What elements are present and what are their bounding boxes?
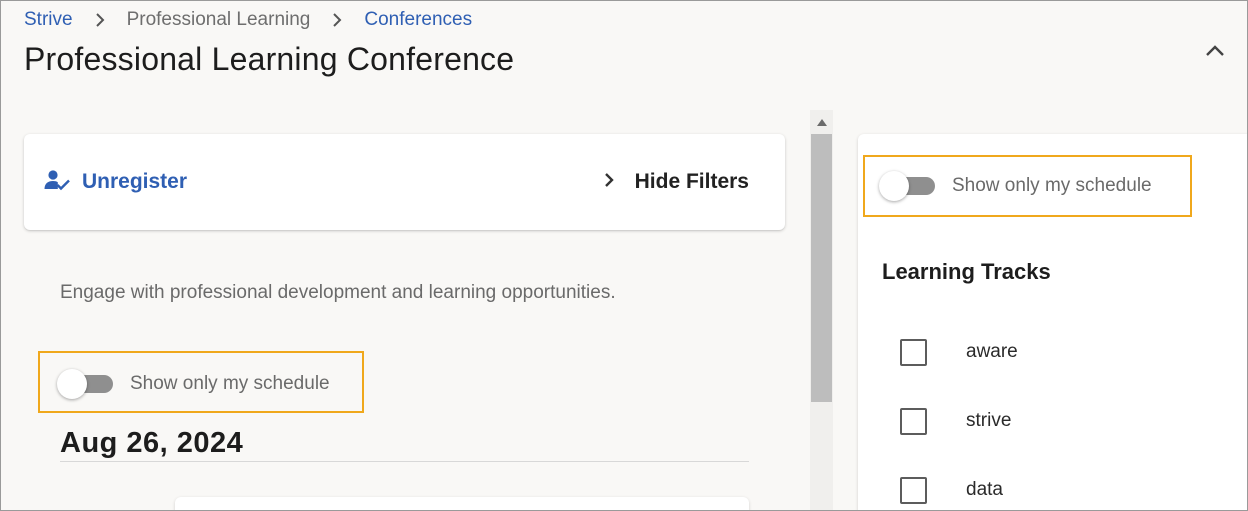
app-frame: Strive Professional Learning Conferences…	[0, 0, 1248, 511]
track-label: data	[966, 479, 1003, 500]
track-label: aware	[966, 341, 1018, 362]
breadcrumb-professional-learning: Professional Learning	[126, 9, 311, 30]
breadcrumb-conferences[interactable]: Conferences	[364, 9, 472, 31]
scrollbar[interactable]	[810, 110, 833, 510]
toggle-switch[interactable]	[57, 369, 113, 399]
event-card[interactable]	[175, 497, 749, 510]
track-item-data[interactable]: data	[900, 476, 1003, 504]
date-heading: Aug 26, 2024	[60, 427, 244, 459]
scrollbar-thumb[interactable]	[811, 134, 832, 402]
track-item-strive[interactable]: strive	[900, 407, 1011, 435]
chevron-right-icon	[603, 172, 615, 193]
track-item-aware[interactable]: aware	[900, 338, 1018, 366]
scroll-up-button[interactable]	[810, 110, 833, 134]
learning-tracks-heading: Learning Tracks	[882, 259, 1051, 284]
chevron-up-icon	[1205, 44, 1225, 62]
chevron-right-icon	[330, 13, 344, 27]
hide-filters-label: Hide Filters	[634, 170, 749, 193]
collapse-button[interactable]	[1201, 39, 1229, 67]
page-title: Professional Learning Conference	[24, 41, 515, 77]
divider	[60, 461, 749, 462]
toggle-switch[interactable]	[879, 171, 935, 201]
action-card: Unregister Hide Filters	[24, 134, 785, 230]
filter-schedule-toggle-label: Show only my schedule	[952, 175, 1152, 196]
checkbox[interactable]	[900, 476, 927, 504]
triangle-up-icon	[816, 113, 827, 131]
conference-description: Engage with professional development and…	[60, 282, 616, 303]
filter-schedule-toggle[interactable]: Show only my schedule	[879, 171, 1152, 201]
unregister-label: Unregister	[82, 170, 188, 193]
hide-filters-button[interactable]: Hide Filters	[603, 169, 749, 195]
breadcrumb-strive[interactable]: Strive	[24, 9, 73, 31]
checkbox[interactable]	[900, 407, 927, 435]
user-check-icon	[44, 169, 70, 196]
checkbox[interactable]	[900, 338, 927, 366]
schedule-toggle[interactable]: Show only my schedule	[57, 369, 330, 399]
breadcrumb: Strive Professional Learning Conferences	[24, 8, 472, 32]
schedule-toggle-label: Show only my schedule	[130, 373, 330, 394]
track-label: strive	[966, 410, 1012, 431]
chevron-right-icon	[93, 13, 107, 27]
unregister-button[interactable]: Unregister	[44, 169, 187, 195]
